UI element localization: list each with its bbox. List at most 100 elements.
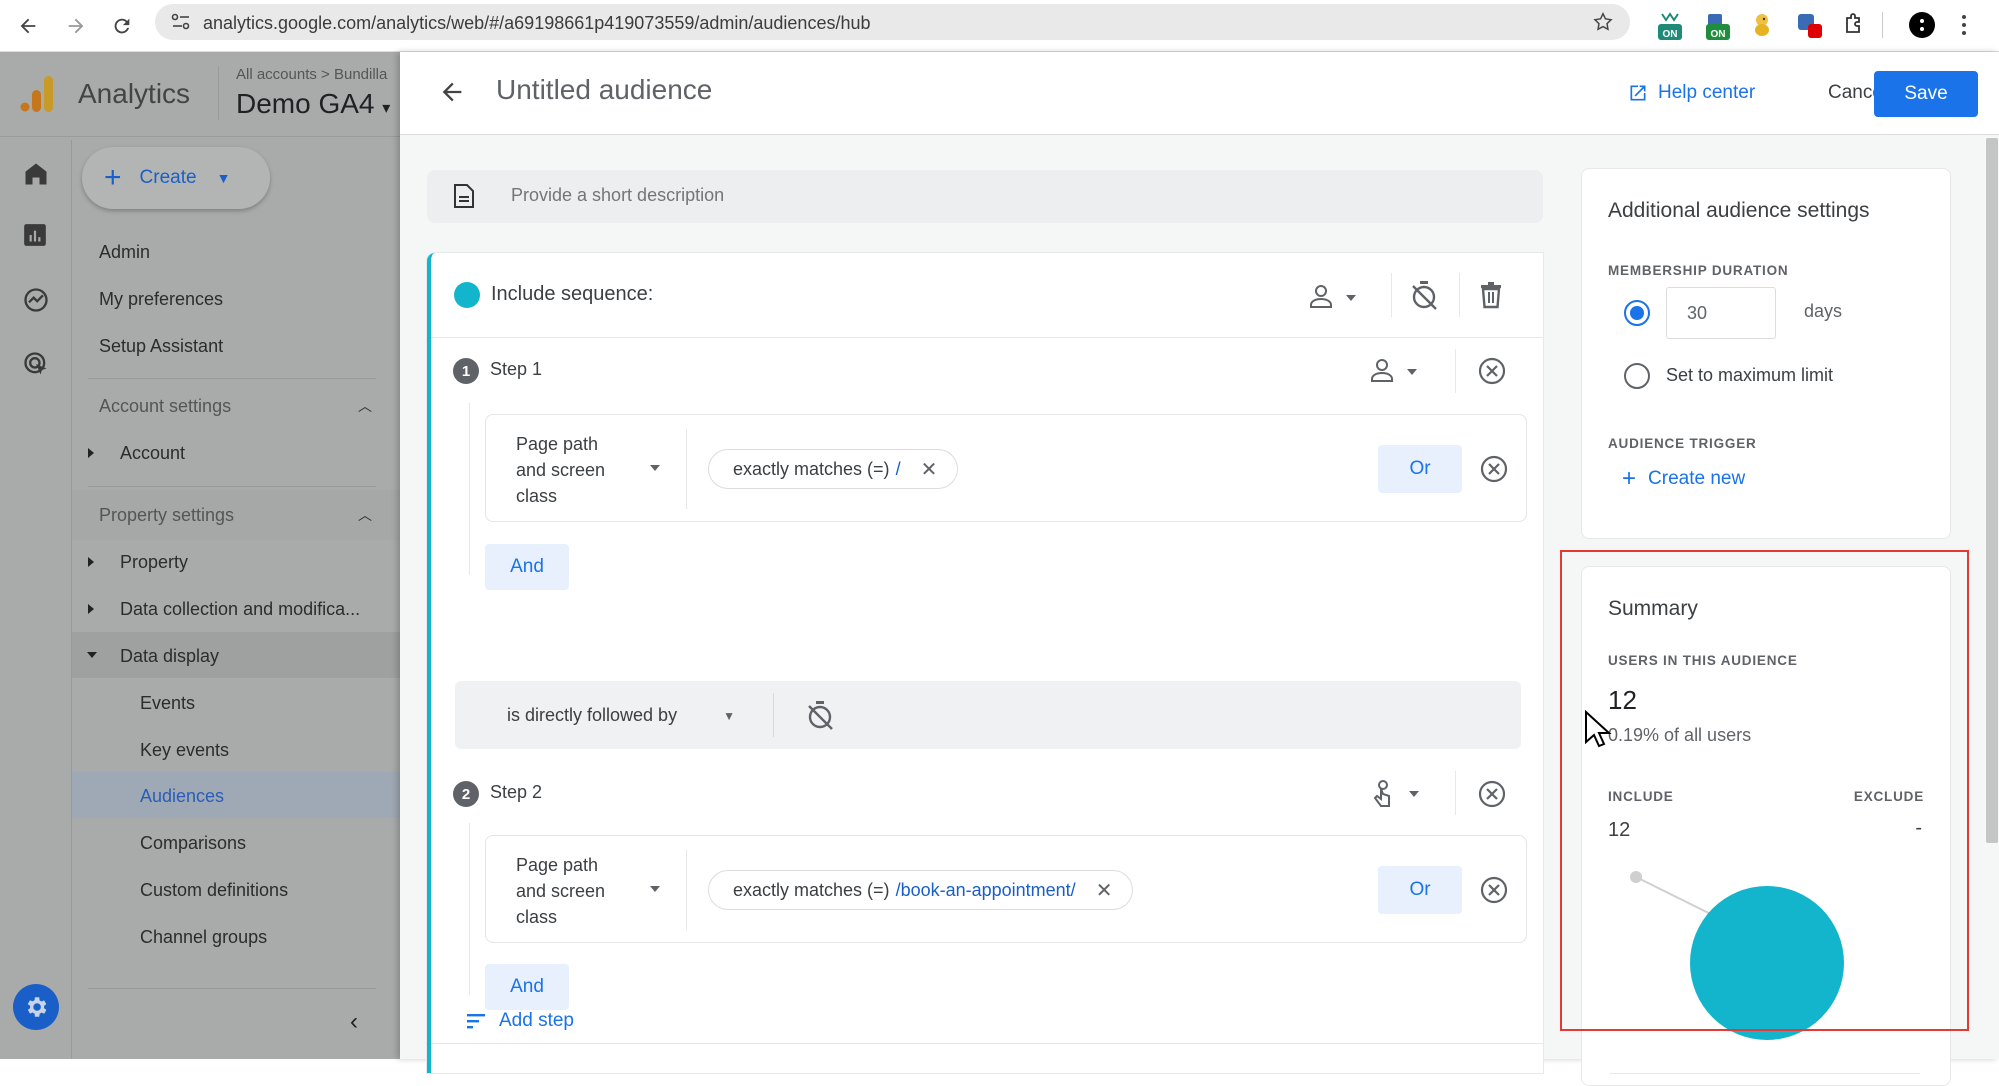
bookmark-star-icon[interactable] — [1592, 11, 1614, 33]
sidebar-item-admin[interactable]: Admin — [99, 242, 150, 263]
dimension-line: Page path — [516, 434, 599, 454]
sidebar-item-events[interactable]: Events — [140, 693, 195, 714]
dimension-line: class — [516, 907, 558, 927]
step-2-dimension-select[interactable]: Page path and screen class — [516, 852, 605, 930]
connector-label: is directly followed by — [507, 705, 678, 725]
url-text[interactable]: analytics.google.com/analytics/web/#/a69… — [203, 13, 871, 34]
add-step-button[interactable]: Add step — [467, 1010, 574, 1032]
dimension-dropdown-icon[interactable] — [650, 886, 660, 892]
step-2-or-button[interactable]: Or — [1378, 866, 1462, 914]
duration-input[interactable] — [1666, 287, 1776, 339]
expand-property-icon[interactable] — [88, 557, 94, 567]
create-trigger-button[interactable]: + Create new — [1622, 465, 1745, 493]
condition-value: /book-an-appointment/ — [895, 879, 1076, 900]
breadcrumb[interactable]: All accounts > Bundilla — [236, 66, 387, 83]
step-1-and-button[interactable]: And — [485, 544, 569, 590]
save-button[interactable]: Save — [1874, 71, 1978, 117]
step-1-condition-chip[interactable]: exactly matches (=) / ✕ — [708, 449, 959, 489]
header-divider — [218, 66, 219, 120]
user-scope-dropdown[interactable] — [1308, 283, 1368, 311]
remove-chip-icon[interactable]: ✕ — [921, 457, 938, 482]
sidebar-item-channel-groups[interactable]: Channel groups — [140, 927, 267, 948]
description-input[interactable] — [511, 185, 1411, 206]
step-1-dimension-select[interactable]: Page path and screen class — [516, 431, 605, 509]
property-selector[interactable]: Demo GA4 ▾ — [236, 88, 390, 120]
add-step-icon — [467, 1014, 485, 1029]
sidebar-item-audiences[interactable]: Audiences — [140, 786, 224, 807]
additional-settings-card: Additional audience settings MEMBERSHIP … — [1581, 168, 1951, 539]
sidebar-item-account[interactable]: Account — [120, 443, 185, 464]
time-constraint-off-icon[interactable] — [1409, 279, 1439, 311]
collapse-sidebar-icon[interactable]: ‹ — [350, 1008, 358, 1036]
step-rail — [469, 823, 470, 995]
time-constraint-off-icon[interactable] — [805, 699, 835, 731]
sidebar-item-setup-assistant[interactable]: Setup Assistant — [99, 336, 223, 357]
collapse-account-icon[interactable]: ︿ — [358, 396, 372, 416]
step-1-or-button[interactable]: Or — [1378, 445, 1462, 493]
divider — [1610, 1073, 1920, 1074]
extension-on-2-icon[interactable]: ON — [1704, 12, 1730, 40]
scrollbar[interactable] — [1986, 138, 1998, 843]
remove-condition-icon[interactable] — [1480, 455, 1508, 483]
site-settings-icon[interactable] — [171, 13, 191, 31]
delete-trash-icon[interactable] — [1479, 281, 1503, 309]
extensions-puzzle-icon[interactable] — [1842, 12, 1868, 38]
account-settings-header[interactable]: Account settings — [99, 396, 231, 417]
step-1-scope-dropdown[interactable] — [1369, 357, 1429, 385]
browser-menu-icon[interactable] — [1960, 12, 1986, 38]
step-2-condition-chip[interactable]: exactly matches (=) /book-an-appointment… — [708, 870, 1134, 910]
audience-title[interactable]: Untitled audience — [496, 74, 712, 106]
forward-icon[interactable] — [60, 10, 92, 42]
max-limit-radio[interactable] — [1624, 363, 1650, 389]
back-icon[interactable] — [12, 10, 44, 42]
step-2-number: 2 — [453, 781, 479, 807]
condition-operator: exactly matches (=) — [733, 458, 890, 479]
property-settings-header[interactable]: Property settings — [99, 505, 234, 526]
sidebar-item-data-display[interactable]: Data display — [120, 646, 219, 667]
duration-radio[interactable] — [1624, 300, 1650, 326]
sidebar-item-key-events[interactable]: Key events — [140, 740, 229, 761]
sidebar-item-custom-definitions[interactable]: Custom definitions — [140, 880, 288, 901]
step-1-number: 1 — [453, 358, 479, 384]
collapse-property-icon[interactable]: ︿ — [358, 505, 372, 525]
create-button[interactable]: + Create ▼ — [82, 147, 270, 209]
address-bar[interactable]: analytics.google.com/analytics/web/#/a69… — [155, 4, 1630, 40]
remove-step-1-icon[interactable] — [1478, 357, 1506, 385]
step-connector: is directly followed by ▼ — [455, 681, 1521, 749]
editor-header: Untitled audience Help center Cancel Sav… — [400, 52, 1999, 135]
profile-avatar[interactable] — [1909, 12, 1935, 38]
max-limit-label[interactable]: Set to maximum limit — [1666, 365, 1833, 386]
extension-duck-icon[interactable] — [1750, 12, 1776, 38]
advertising-icon[interactable] — [22, 350, 52, 380]
extension-red-icon[interactable] — [1796, 12, 1822, 38]
help-center-label: Help center — [1658, 82, 1756, 103]
remove-step-2-icon[interactable] — [1478, 780, 1506, 808]
reload-icon[interactable] — [106, 10, 138, 42]
sidebar-item-comparisons[interactable]: Comparisons — [140, 833, 246, 854]
extension-on-1-icon[interactable]: ON — [1656, 12, 1682, 40]
expand-account-icon[interactable] — [88, 448, 94, 458]
description-field[interactable] — [427, 170, 1543, 223]
reports-icon[interactable] — [22, 222, 52, 252]
explore-icon[interactable] — [22, 286, 52, 316]
divider — [686, 429, 687, 509]
back-arrow-icon[interactable] — [438, 78, 470, 110]
admin-settings-button[interactable] — [13, 984, 59, 1030]
dimension-line: class — [516, 486, 558, 506]
create-new-label: Create new — [1648, 468, 1746, 489]
step-2-and-button[interactable]: And — [485, 964, 569, 1010]
dimension-dropdown-icon[interactable] — [650, 465, 660, 471]
step-1-condition: Page path and screen class exactly match… — [485, 414, 1527, 522]
remove-chip-icon[interactable]: ✕ — [1096, 878, 1113, 903]
step-2-scope-dropdown[interactable] — [1371, 779, 1431, 809]
connector-select[interactable]: is directly followed by ▼ — [507, 705, 735, 726]
sidebar-item-my-preferences[interactable]: My preferences — [99, 289, 223, 310]
help-center-link[interactable]: Help center — [1628, 82, 1755, 104]
remove-condition-icon[interactable] — [1480, 876, 1508, 904]
collapse-data-display-icon[interactable] — [87, 652, 97, 658]
condition-value: / — [895, 458, 901, 479]
sidebar-item-property[interactable]: Property — [120, 552, 188, 573]
expand-data-collection-icon[interactable] — [88, 604, 94, 614]
sidebar-item-data-collection[interactable]: Data collection and modifica... — [120, 599, 360, 620]
home-icon[interactable] — [22, 160, 52, 190]
